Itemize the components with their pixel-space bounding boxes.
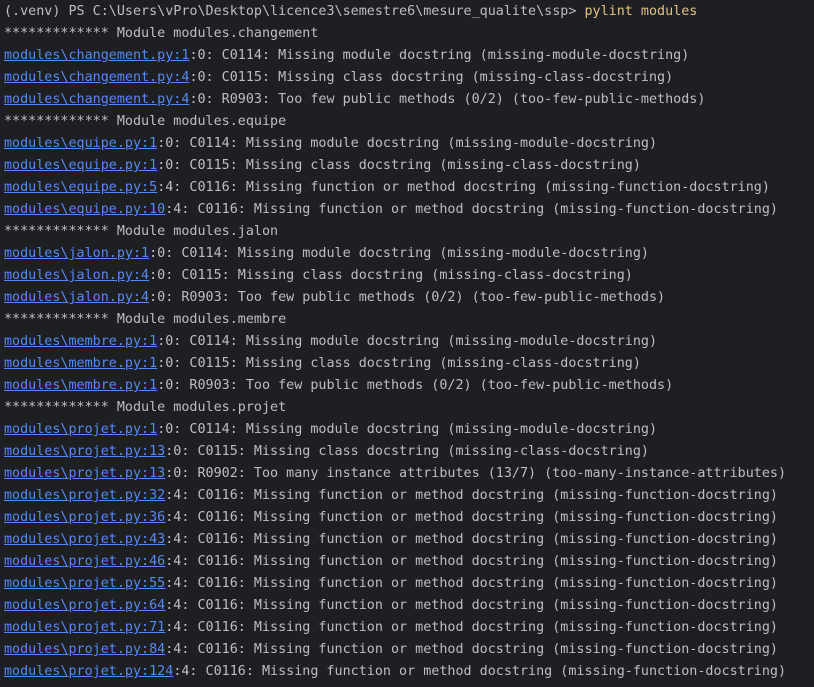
file-location-link[interactable]: modules\changement.py:4: [4, 70, 189, 85]
file-location-link[interactable]: modules\projet.py:1: [4, 422, 157, 437]
lint-issue-line: modules\membre.py:1:0: C0115: Missing cl…: [4, 353, 814, 375]
lint-issue-line: modules\projet.py:71:4: C0116: Missing f…: [4, 617, 814, 639]
command-text: pylint modules: [584, 4, 698, 19]
lint-issue-line: modules\projet.py:55:4: C0116: Missing f…: [4, 573, 814, 595]
lint-issue-line: modules\equipe.py:1:0: C0114: Missing mo…: [4, 133, 814, 155]
lint-message: :4: C0116: Missing function or method do…: [157, 180, 770, 195]
lint-issue-line: modules\equipe.py:1:0: C0115: Missing cl…: [4, 155, 814, 177]
lint-message: :4: C0116: Missing function or method do…: [165, 598, 778, 613]
file-location-link[interactable]: modules\jalon.py:4: [4, 290, 149, 305]
module-header-line: ************* Module modules.jalon: [4, 221, 814, 243]
lint-issue-line: modules\membre.py:1:0: C0114: Missing mo…: [4, 331, 814, 353]
module-header-line: ************* Module modules.equipe: [4, 111, 814, 133]
file-location-link[interactable]: modules\changement.py:1: [4, 48, 189, 63]
lint-issue-line: modules\membre.py:1:0: R0903: Too few pu…: [4, 375, 814, 397]
output-lines: ************* Module modules.changement m…: [4, 23, 814, 683]
lint-message: :0: R0902: Too many instance attributes …: [165, 466, 787, 481]
lint-message: :0: R0903: Too few public methods (0/2) …: [157, 378, 674, 393]
module-header-line: ************* Module modules.membre: [4, 309, 814, 331]
prompt-path: (.venv) PS C:\Users\vPro\Desktop\licence…: [4, 4, 585, 19]
file-location-link[interactable]: modules\equipe.py:1: [4, 136, 157, 151]
file-location-link[interactable]: modules\equipe.py:1: [4, 158, 157, 173]
lint-message: :4: C0116: Missing function or method do…: [165, 642, 778, 657]
lint-issue-line: modules\projet.py:43:4: C0116: Missing f…: [4, 529, 814, 551]
lint-issue-line: modules\projet.py:1:0: C0114: Missing mo…: [4, 419, 814, 441]
lint-issue-line: modules\projet.py:64:4: C0116: Missing f…: [4, 595, 814, 617]
lint-issue-line: modules\projet.py:46:4: C0116: Missing f…: [4, 551, 814, 573]
lint-issue-line: modules\jalon.py:4:0: R0903: Too few pub…: [4, 287, 814, 309]
module-header-text: ************* Module modules.equipe: [4, 114, 287, 129]
file-location-link[interactable]: modules\changement.py:4: [4, 92, 189, 107]
prompt-line: (.venv) PS C:\Users\vPro\Desktop\licence…: [4, 1, 814, 23]
file-location-link[interactable]: modules\projet.py:64: [4, 598, 165, 613]
lint-issue-line: modules\projet.py:13:0: C0115: Missing c…: [4, 441, 814, 463]
lint-message: :0: C0115: Missing class docstring (miss…: [157, 356, 641, 371]
lint-issue-line: modules\changement.py:4:0: R0903: Too fe…: [4, 89, 814, 111]
lint-issue-line: modules\equipe.py:5:4: C0116: Missing fu…: [4, 177, 814, 199]
lint-message: :0: C0114: Missing module docstring (mis…: [189, 48, 690, 63]
lint-issue-line: modules\equipe.py:10:4: C0116: Missing f…: [4, 199, 814, 221]
lint-message: :0: C0114: Missing module docstring (mis…: [149, 246, 649, 261]
lint-message: :0: C0114: Missing module docstring (mis…: [157, 334, 658, 349]
module-header-text: ************* Module modules.projet: [4, 400, 287, 415]
lint-message: :0: C0115: Missing class docstring (miss…: [157, 158, 641, 173]
terminal-output: (.venv) PS C:\Users\vPro\Desktop\licence…: [0, 0, 814, 687]
lint-message: :4: C0116: Missing function or method do…: [165, 488, 778, 503]
lint-issue-line: modules\jalon.py:4:0: C0115: Missing cla…: [4, 265, 814, 287]
file-location-link[interactable]: modules\jalon.py:1: [4, 246, 149, 261]
lint-message: :0: C0115: Missing class docstring (miss…: [165, 444, 649, 459]
lint-message: :0: C0114: Missing module docstring (mis…: [157, 136, 658, 151]
file-location-link[interactable]: modules\projet.py:124: [4, 664, 173, 679]
file-location-link[interactable]: modules\projet.py:13: [4, 444, 165, 459]
lint-issue-line: modules\changement.py:4:0: C0115: Missin…: [4, 67, 814, 89]
lint-issue-line: modules\jalon.py:1:0: C0114: Missing mod…: [4, 243, 814, 265]
file-location-link[interactable]: modules\equipe.py:10: [4, 202, 165, 217]
lint-message: :0: C0115: Missing class docstring (miss…: [149, 268, 633, 283]
lint-message: :4: C0116: Missing function or method do…: [165, 510, 778, 525]
file-location-link[interactable]: modules\projet.py:36: [4, 510, 165, 525]
lint-message: :4: C0116: Missing function or method do…: [173, 664, 787, 679]
lint-message: :0: C0114: Missing module docstring (mis…: [157, 422, 658, 437]
lint-issue-line: modules\projet.py:124:4: C0116: Missing …: [4, 661, 814, 683]
lint-message: :0: R0903: Too few public methods (0/2) …: [149, 290, 666, 305]
lint-issue-line: modules\projet.py:13:0: R0902: Too many …: [4, 463, 814, 485]
file-location-link[interactable]: modules\projet.py:84: [4, 642, 165, 657]
file-location-link[interactable]: modules\projet.py:32: [4, 488, 165, 503]
file-location-link[interactable]: modules\equipe.py:5: [4, 180, 157, 195]
file-location-link[interactable]: modules\projet.py:55: [4, 576, 165, 591]
module-header-text: ************* Module modules.jalon: [4, 224, 279, 239]
lint-message: :4: C0116: Missing function or method do…: [165, 576, 778, 591]
lint-message: :0: R0903: Too few public methods (0/2) …: [189, 92, 706, 107]
file-location-link[interactable]: modules\jalon.py:4: [4, 268, 149, 283]
lint-issue-line: modules\projet.py:36:4: C0116: Missing f…: [4, 507, 814, 529]
lint-issue-line: modules\projet.py:32:4: C0116: Missing f…: [4, 485, 814, 507]
lint-message: :4: C0116: Missing function or method do…: [165, 554, 778, 569]
file-location-link[interactable]: modules\membre.py:1: [4, 356, 157, 371]
module-header-text: ************* Module modules.membre: [4, 312, 287, 327]
lint-message: :4: C0116: Missing function or method do…: [165, 620, 778, 635]
module-header-line: ************* Module modules.projet: [4, 397, 814, 419]
file-location-link[interactable]: modules\membre.py:1: [4, 334, 157, 349]
lint-message: :4: C0116: Missing function or method do…: [165, 202, 778, 217]
file-location-link[interactable]: modules\projet.py:71: [4, 620, 165, 635]
module-header-text: ************* Module modules.changement: [4, 26, 319, 41]
file-location-link[interactable]: modules\projet.py:13: [4, 466, 165, 481]
module-header-line: ************* Module modules.changement: [4, 23, 814, 45]
lint-message: :4: C0116: Missing function or method do…: [165, 532, 778, 547]
file-location-link[interactable]: modules\projet.py:43: [4, 532, 165, 547]
lint-issue-line: modules\projet.py:84:4: C0116: Missing f…: [4, 639, 814, 661]
file-location-link[interactable]: modules\projet.py:46: [4, 554, 165, 569]
lint-issue-line: modules\changement.py:1:0: C0114: Missin…: [4, 45, 814, 67]
file-location-link[interactable]: modules\membre.py:1: [4, 378, 157, 393]
lint-message: :0: C0115: Missing class docstring (miss…: [189, 70, 674, 85]
